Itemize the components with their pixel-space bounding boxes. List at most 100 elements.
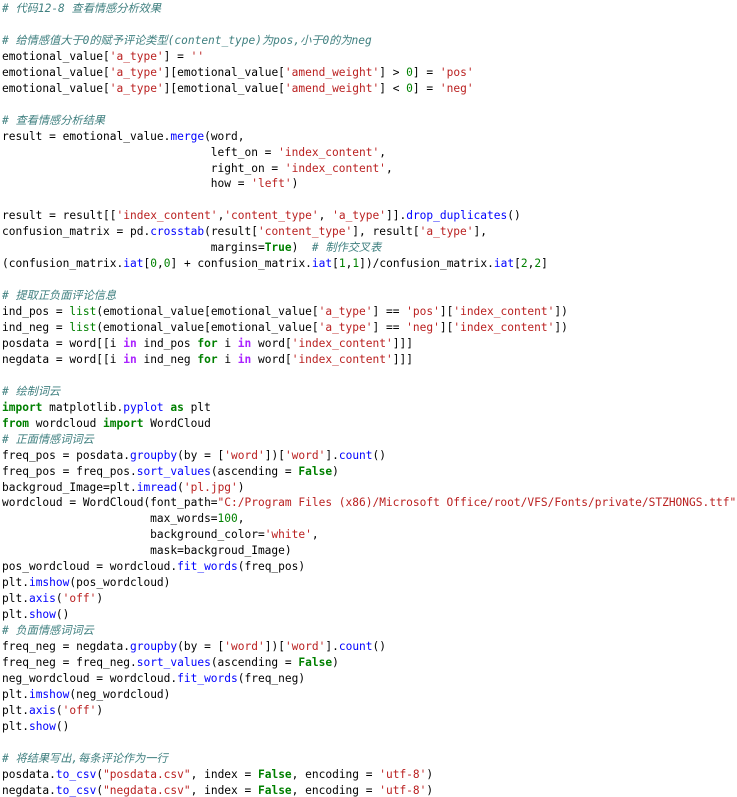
code-line: # 负面情感词词云	[2, 623, 94, 639]
code-text: ()	[55, 608, 70, 622]
code-text: (emotional_value[emotional_value[	[96, 321, 319, 334]
code-string: ''	[190, 49, 205, 63]
code-text: ]]]	[392, 336, 413, 350]
code-line: confusion_matrix = pd.crosstab(result['c…	[2, 224, 487, 240]
code-string: 'a_type'	[109, 65, 164, 79]
code-text: ind_neg	[136, 352, 198, 366]
code-text: ])[	[264, 448, 285, 462]
code-line: max_words=100,	[2, 511, 244, 527]
code-string: 'amend_weight'	[284, 81, 380, 95]
code-text: (by = [	[177, 448, 225, 462]
code-string: "C:/Program Files (x86)/Microsoft Office…	[217, 496, 737, 510]
code-attribute-call: show	[28, 608, 56, 622]
code-text: ])[	[264, 640, 285, 653]
code-keyword: from	[2, 416, 29, 430]
code-comment: # 正面情感词词云	[2, 432, 94, 446]
code-string: 'a_type'	[109, 81, 164, 95]
code-text: ind_neg =	[2, 321, 70, 334]
code-string: 'index_content'	[291, 352, 393, 366]
code-text: max_words=	[2, 512, 218, 526]
code-line: # 提取正负面评论信息	[2, 288, 116, 304]
code-text: emotional_value[	[2, 49, 110, 63]
code-attribute-call: fit_words	[177, 671, 238, 685]
code-text: plt.	[2, 719, 29, 733]
code-attribute-call: imshow	[28, 687, 70, 701]
code-text: result = result[[	[2, 209, 117, 223]
code-text: plt.	[2, 687, 29, 701]
code-line: from wordcloud import WordCloud	[2, 416, 211, 432]
code-text: ])/confusion_matrix.	[359, 257, 494, 271]
code-text: ,	[318, 209, 333, 223]
code-text: (ascending =	[210, 464, 299, 478]
code-text: emotional_value[	[2, 65, 110, 79]
code-text: mask=backgroud_Image)	[2, 544, 292, 558]
code-attribute-call: axis	[28, 592, 56, 606]
code-text: (word,	[204, 129, 245, 143]
code-string: 'word'	[284, 640, 326, 653]
code-text: ].	[325, 448, 339, 462]
code-text: plt.	[2, 703, 29, 717]
code-line: wordcloud = WordCloud(font_path="C:/Prog…	[2, 495, 737, 511]
code-text: ][emotional_value[	[163, 65, 285, 79]
code-string: 'pl.jpg'	[183, 480, 238, 494]
code-string: 'neg'	[439, 81, 474, 95]
code-comment: # 提取正负面评论信息	[2, 289, 117, 303]
code-string: 'content_type'	[257, 225, 353, 239]
code-text: freq_neg = freq_neg.	[2, 655, 137, 669]
code-line: # 绘制词云	[2, 384, 60, 400]
code-text: background_color=	[2, 528, 265, 542]
code-text: )	[237, 480, 245, 494]
code-text: i	[217, 352, 238, 366]
code-string: 'off'	[62, 592, 97, 606]
code-number: 0	[150, 257, 157, 271]
code-operator: in	[123, 336, 137, 350]
code-line: background_color='white',	[2, 527, 318, 543]
code-text: i	[217, 336, 238, 350]
code-text: left_on =	[2, 145, 279, 159]
code-line: posdata.to_csv("posdata.csv", index = Fa…	[2, 767, 433, 783]
code-line: result = result[['index_content','conten…	[2, 208, 521, 224]
code-text: freq_pos = posdata.	[2, 448, 130, 462]
code-keyword: import	[2, 400, 43, 414]
code-number: 1	[338, 257, 346, 271]
code-text: freq_neg = negdata.	[2, 640, 130, 653]
code-line: result = emotional_value.merge(word,	[2, 129, 245, 145]
code-text: ind_pos	[136, 336, 198, 350]
code-text: ])	[554, 321, 568, 334]
code-line: right_on = 'index_content',	[2, 161, 393, 177]
code-string: 'utf-8'	[379, 783, 427, 797]
code-text: wordcloud = WordCloud(font_path=	[2, 496, 218, 510]
code-keyword: True	[264, 241, 292, 255]
code-builtin: list	[69, 321, 97, 334]
code-text: (ascending =	[210, 655, 299, 669]
code-text: WordCloud	[143, 416, 211, 430]
code-string: 'index_content'	[453, 305, 555, 319]
code-string: 'word'	[224, 448, 265, 462]
code-text: ind_pos =	[2, 305, 70, 319]
code-attribute-call: count	[338, 640, 373, 653]
code-string: 'index_content'	[453, 321, 555, 334]
code-text: , encoding =	[291, 783, 380, 797]
code-keyword: False	[257, 767, 292, 781]
code-text: ]	[541, 257, 548, 271]
code-text: backgroud_Image=plt.	[2, 480, 137, 494]
code-text: ]]]	[392, 352, 413, 366]
code-line: plt.imshow(neg_wordcloud)	[2, 687, 170, 703]
code-line: pos_wordcloud = wordcloud.fit_words(freq…	[2, 559, 305, 575]
code-text: ], result[	[352, 225, 420, 239]
code-text: word[	[251, 352, 292, 366]
code-line: freq_pos = posdata.groupby(by = ['word']…	[2, 448, 386, 464]
code-attribute-call: iat	[123, 257, 144, 271]
code-line: posdata = word[[i in ind_pos for i in wo…	[2, 336, 413, 352]
code-text: ()	[55, 719, 70, 733]
code-keyword: False	[298, 655, 333, 669]
code-number: 2	[520, 257, 528, 271]
code-line: plt.imshow(pos_wordcloud)	[2, 575, 170, 591]
code-line: neg_wordcloud = wordcloud.fit_words(freq…	[2, 671, 305, 687]
code-line: emotional_value['a_type'][emotional_valu…	[2, 81, 474, 97]
code-text: )	[332, 655, 339, 669]
code-string: 'white'	[264, 528, 312, 542]
code-comment: # 负面情感词词云	[2, 624, 94, 638]
code-text: ] + confusion_matrix.	[170, 257, 312, 271]
code-string: "posdata.csv"	[103, 767, 191, 781]
